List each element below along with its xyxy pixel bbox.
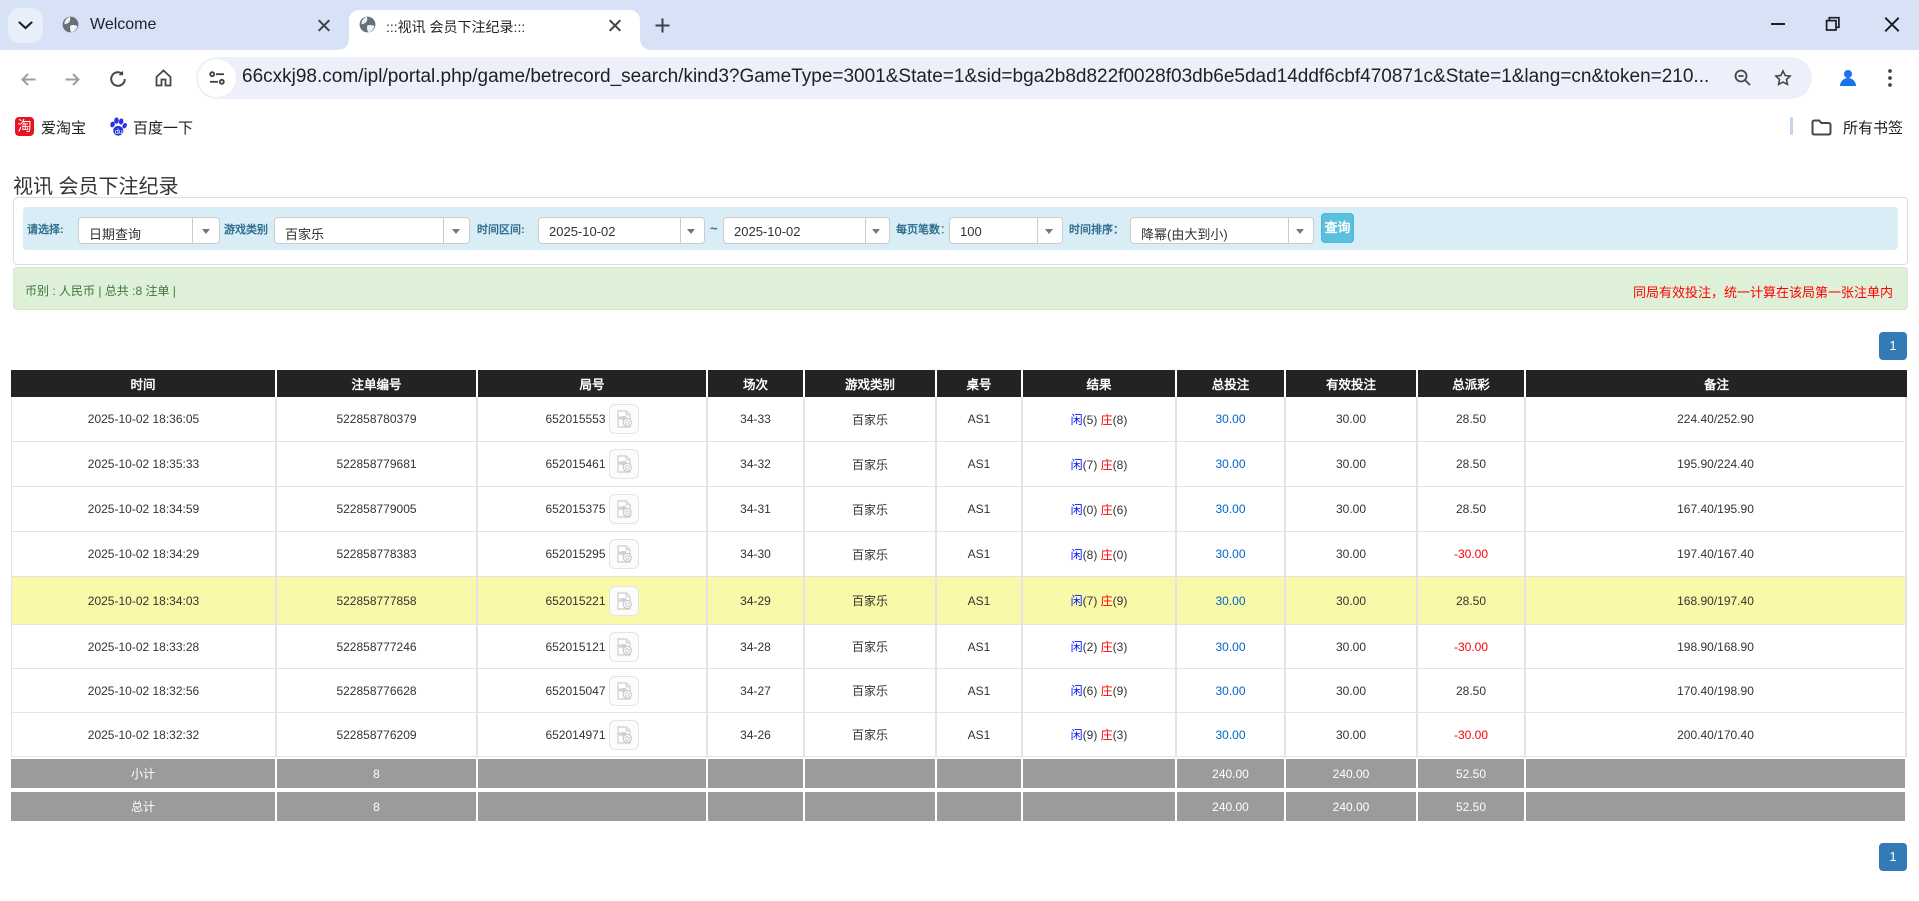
svg-text:du: du <box>115 128 123 136</box>
